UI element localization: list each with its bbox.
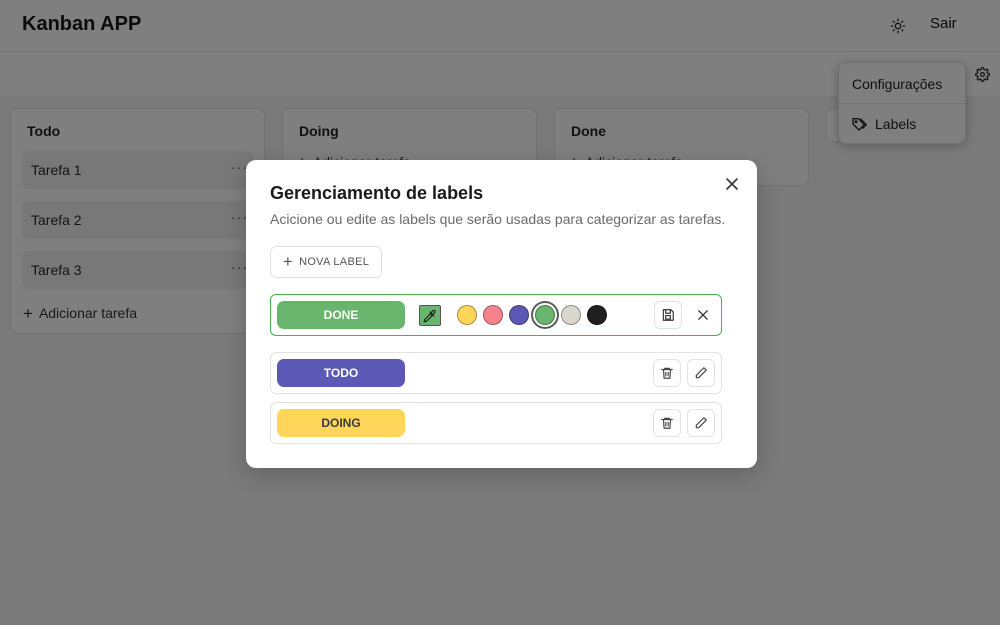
color-swatch-green[interactable] bbox=[535, 305, 555, 325]
label-row: DOING bbox=[270, 402, 722, 444]
color-picker-button[interactable] bbox=[419, 305, 441, 326]
edit-label-button[interactable] bbox=[687, 409, 715, 437]
label-pill: DOING bbox=[277, 409, 405, 437]
color-swatch-gray[interactable] bbox=[561, 305, 581, 325]
delete-label-button[interactable] bbox=[653, 409, 681, 437]
color-swatch-yellow[interactable] bbox=[457, 305, 477, 325]
color-swatch-black[interactable] bbox=[587, 305, 607, 325]
pencil-icon bbox=[695, 417, 707, 429]
modal-title: Gerenciamento de labels bbox=[270, 183, 484, 203]
save-button[interactable] bbox=[654, 301, 682, 329]
label-row-editing: DONE bbox=[270, 294, 722, 336]
save-icon bbox=[662, 309, 674, 321]
label-pill: TODO bbox=[277, 359, 405, 387]
close-button[interactable] bbox=[724, 176, 740, 192]
label-pill[interactable]: DONE bbox=[277, 301, 405, 329]
delete-label-button[interactable] bbox=[653, 359, 681, 387]
new-label-button[interactable]: + NOVA LABEL bbox=[270, 246, 382, 278]
color-swatch-pink[interactable] bbox=[483, 305, 503, 325]
plus-icon: + bbox=[282, 252, 294, 271]
close-icon bbox=[726, 178, 738, 190]
color-swatch-purple[interactable] bbox=[509, 305, 529, 325]
edit-label-button[interactable] bbox=[687, 359, 715, 387]
labels-modal: Gerenciamento de labels Acicione ou edit… bbox=[246, 160, 757, 468]
label-row: TODO bbox=[270, 352, 722, 394]
new-label-text: NOVA LABEL bbox=[299, 256, 370, 268]
close-icon bbox=[698, 310, 708, 320]
trash-icon bbox=[661, 367, 673, 379]
cancel-edit-button[interactable] bbox=[694, 306, 712, 324]
pencil-icon bbox=[695, 367, 707, 379]
modal-description: Acicione ou edite as labels que serão us… bbox=[270, 211, 726, 227]
trash-icon bbox=[661, 417, 673, 429]
eyedropper-icon bbox=[423, 309, 436, 322]
